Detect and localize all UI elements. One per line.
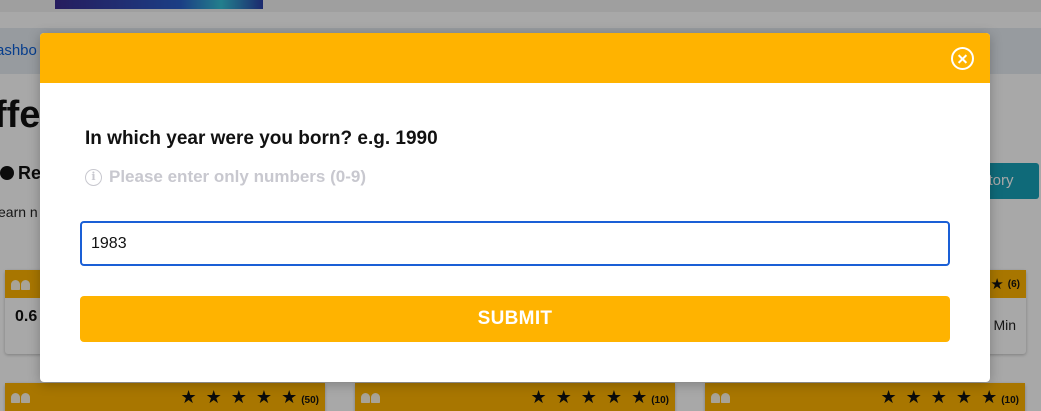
- input-hint: i Please enter only numbers (0-9): [85, 167, 366, 187]
- birth-year-input[interactable]: [80, 221, 950, 266]
- submit-button[interactable]: SUBMIT: [80, 296, 950, 342]
- modal-header: [40, 33, 990, 83]
- question-label: In which year were you born? e.g. 1990: [85, 128, 438, 149]
- close-icon[interactable]: [951, 47, 974, 70]
- birth-year-modal: In which year were you born? e.g. 1990 i…: [40, 33, 990, 382]
- info-icon: i: [85, 168, 102, 186]
- input-hint-text: Please enter only numbers (0-9): [109, 167, 366, 186]
